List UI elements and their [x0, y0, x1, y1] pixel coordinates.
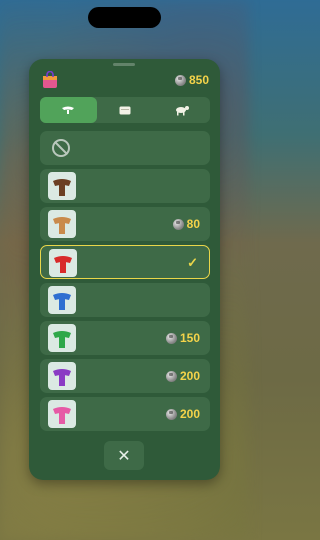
saddle-item-blue[interactable] [40, 283, 210, 317]
saddle-thumbnail [48, 286, 76, 314]
saddle-item-purple[interactable]: 200 [40, 359, 210, 393]
saddle-thumbnail [49, 249, 77, 277]
close-icon: ✕ [117, 447, 131, 465]
saddle-item-red[interactable]: ✓ [40, 245, 210, 279]
shop-sheet: 850 80 ✓ 150 200 200 ✕ [29, 59, 220, 480]
saddle-thumbnail [48, 400, 76, 428]
balance-amount: 850 [188, 73, 209, 87]
sheet-grabber[interactable] [113, 63, 135, 66]
checkmark-icon: ✓ [187, 255, 198, 270]
coin-icon [172, 218, 184, 230]
saddle-item-tan[interactable]: 80 [40, 207, 210, 241]
dynamic-island [88, 7, 161, 28]
saddle-item-brown[interactable] [40, 169, 210, 203]
blanket-tab[interactable] [97, 97, 154, 123]
item-price: 200 [165, 369, 200, 383]
prohibited-icon [52, 139, 70, 157]
animal-tab[interactable] [153, 97, 210, 123]
saddle-item-green[interactable]: 150 [40, 321, 210, 355]
coin-balance: 850 [174, 72, 209, 88]
category-tabs [40, 97, 210, 123]
blanket-icon [119, 106, 131, 114]
close-button[interactable]: ✕ [104, 441, 144, 470]
item-price: 150 [165, 331, 200, 345]
item-price: 200 [165, 407, 200, 421]
saddle-thumbnail [48, 210, 76, 238]
coin-icon [165, 332, 177, 344]
saddle-thumbnail [48, 362, 76, 390]
item-price: 80 [172, 217, 200, 231]
coin-icon [165, 408, 177, 420]
saddle-thumbnail [48, 324, 76, 352]
coin-icon [165, 370, 177, 382]
shopping-bag-icon [41, 71, 59, 89]
saddle-item-pink[interactable]: 200 [40, 397, 210, 431]
coin-icon [174, 74, 186, 86]
item-none-row[interactable] [40, 131, 210, 165]
goat-icon [175, 106, 189, 116]
saddle-tab[interactable] [40, 97, 97, 123]
saddle-thumbnail [48, 172, 76, 200]
saddle-icon [62, 106, 75, 114]
